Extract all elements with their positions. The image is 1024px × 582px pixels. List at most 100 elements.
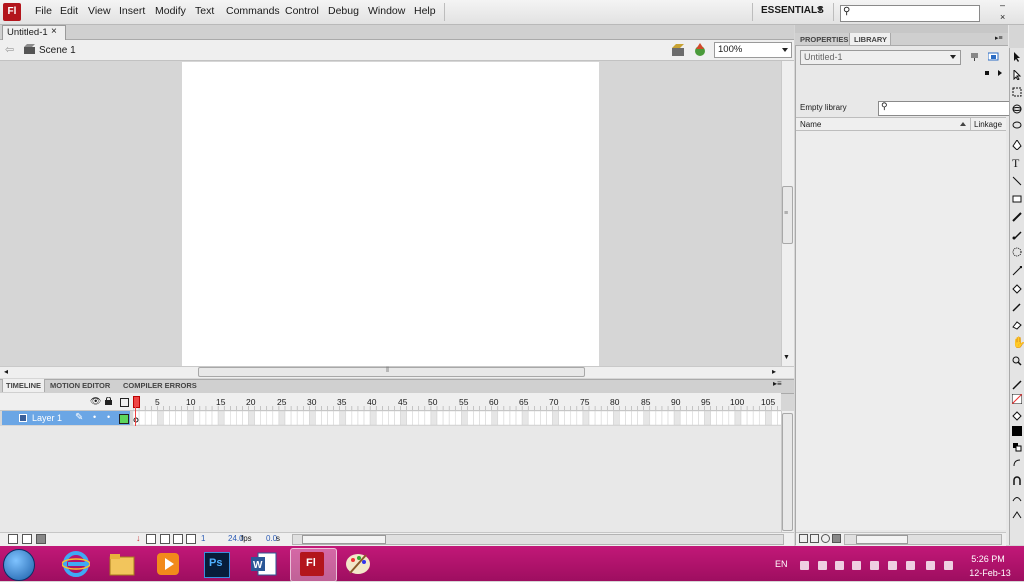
frame-cell[interactable] [765, 411, 772, 425]
frame-cell[interactable] [424, 411, 432, 425]
menu-edit[interactable]: Edit [60, 5, 78, 17]
frame-cell[interactable] [442, 411, 450, 425]
swap-colors-icon[interactable] [1012, 458, 1022, 468]
frame-cell[interactable] [461, 411, 468, 425]
library-document-label[interactable]: Untitled-1 [804, 52, 843, 62]
menu-modify[interactable]: Modify [155, 5, 186, 17]
frame-cell[interactable] [740, 411, 748, 425]
frame-cell[interactable] [339, 411, 347, 425]
frame-cell[interactable] [388, 411, 395, 425]
chevron-down-icon[interactable] [782, 48, 788, 52]
tab-motion-editor[interactable]: MOTION EDITOR [50, 381, 110, 390]
help-search-input[interactable] [840, 5, 980, 22]
selection-tool-icon[interactable] [1012, 52, 1022, 62]
stage-canvas[interactable] [182, 62, 599, 366]
media-player-icon[interactable] [156, 552, 180, 576]
eye-icon[interactable]: 👁 [90, 396, 101, 407]
frame-cell[interactable] [236, 411, 243, 425]
column-name[interactable]: Name [800, 120, 821, 129]
frame-cell[interactable] [704, 411, 711, 425]
frame-cell[interactable] [230, 411, 237, 425]
frame-cell[interactable] [534, 411, 541, 425]
frame-cell[interactable] [734, 411, 742, 425]
frame-cell[interactable] [448, 411, 456, 425]
frame-cell[interactable] [321, 411, 328, 425]
workspace-switcher[interactable]: ESSENTIALS [761, 5, 824, 16]
frame-cell[interactable] [363, 411, 371, 425]
frame-cell[interactable] [211, 411, 219, 425]
frame-cell[interactable] [351, 411, 359, 425]
scrollbar-thumb[interactable] [198, 367, 585, 377]
lasso-tool-icon[interactable] [1012, 121, 1022, 131]
taskbar-date[interactable]: 12-Feb-13 [968, 568, 1012, 578]
tab-compiler-errors[interactable]: COMPILER ERRORS [123, 381, 197, 390]
scroll-left-icon[interactable]: ◂ [4, 367, 8, 376]
delete-icon[interactable] [36, 534, 46, 544]
visibility-dot-icon[interactable]: • [93, 412, 96, 422]
frame-cell[interactable] [746, 411, 754, 425]
frame-cell[interactable] [752, 411, 760, 425]
frame-cell[interactable] [625, 411, 632, 425]
frame-cell[interactable] [327, 411, 334, 425]
menu-file[interactable]: File [35, 5, 52, 17]
frame-cell[interactable] [479, 411, 486, 425]
column-divider[interactable] [970, 117, 971, 131]
sort-icon[interactable] [960, 122, 966, 126]
center-frame-icon[interactable] [146, 534, 156, 544]
scrollbar-thumb[interactable] [782, 413, 793, 531]
frame-cell[interactable] [503, 411, 511, 425]
new-symbol-icon[interactable] [799, 534, 808, 543]
menu-commands[interactable]: Commands [226, 5, 280, 17]
close-icon[interactable]: × [1000, 12, 1005, 22]
panel-menu-icon[interactable]: ▸≡ [773, 379, 782, 388]
volume-icon[interactable] [944, 561, 953, 570]
frame-cell[interactable] [266, 411, 274, 425]
tab-properties[interactable]: PROPERTIES [800, 35, 848, 44]
frame-cell[interactable] [527, 411, 535, 425]
fill-swatch-icon[interactable] [1012, 426, 1022, 436]
rectangle-tool-icon[interactable] [1012, 194, 1022, 204]
word-icon[interactable]: W [250, 551, 278, 577]
frame-cell[interactable] [394, 411, 401, 425]
frame-cell[interactable] [157, 411, 164, 425]
frame-cell[interactable] [223, 411, 231, 425]
paint-bucket-tool-icon[interactable] [1012, 284, 1022, 294]
delete-icon[interactable] [832, 534, 841, 543]
tray-app-icon[interactable] [888, 561, 897, 570]
frame-cell[interactable] [661, 411, 669, 425]
frame-cell[interactable] [722, 411, 730, 425]
tray-app-icon[interactable] [835, 561, 844, 570]
frame-cell[interactable] [193, 411, 201, 425]
menu-control[interactable]: Control [285, 5, 319, 17]
pencil-tool-icon[interactable] [1012, 212, 1022, 222]
line-tool-icon[interactable] [1012, 176, 1022, 186]
frame-cell[interactable] [631, 411, 638, 425]
scrollbar-thumb[interactable] [856, 535, 908, 544]
frame-cell[interactable] [333, 411, 340, 425]
frame-cell[interactable] [302, 411, 310, 425]
lock-icon[interactable] [105, 397, 112, 405]
frame-cell[interactable] [619, 411, 626, 425]
free-transform-tool-icon[interactable] [1012, 87, 1022, 97]
frame-cell[interactable] [187, 411, 195, 425]
dropbox-icon[interactable] [818, 561, 827, 570]
frame-cell[interactable] [150, 411, 158, 425]
frame-cell[interactable] [643, 411, 651, 425]
stroke-color-icon[interactable] [1012, 380, 1022, 390]
frame-cell[interactable] [369, 411, 377, 425]
frame-cell[interactable] [436, 411, 444, 425]
edit-multiple-frames-icon[interactable] [186, 534, 196, 544]
properties-icon[interactable] [821, 534, 830, 543]
outline-icon[interactable] [120, 398, 129, 407]
frame-cell[interactable] [692, 411, 699, 425]
frame-cell[interactable] [467, 411, 474, 425]
snap-to-objects-icon[interactable] [1012, 476, 1022, 486]
menu-debug[interactable]: Debug [328, 5, 359, 17]
frame-cells[interactable] [133, 411, 781, 425]
tray-app-icon[interactable] [800, 561, 809, 570]
frame-cell[interactable] [406, 411, 413, 425]
frame-cell[interactable] [564, 411, 572, 425]
eyedropper-tool-icon[interactable] [1012, 302, 1022, 312]
frame-cell[interactable] [497, 411, 505, 425]
frame-cell[interactable] [491, 411, 499, 425]
